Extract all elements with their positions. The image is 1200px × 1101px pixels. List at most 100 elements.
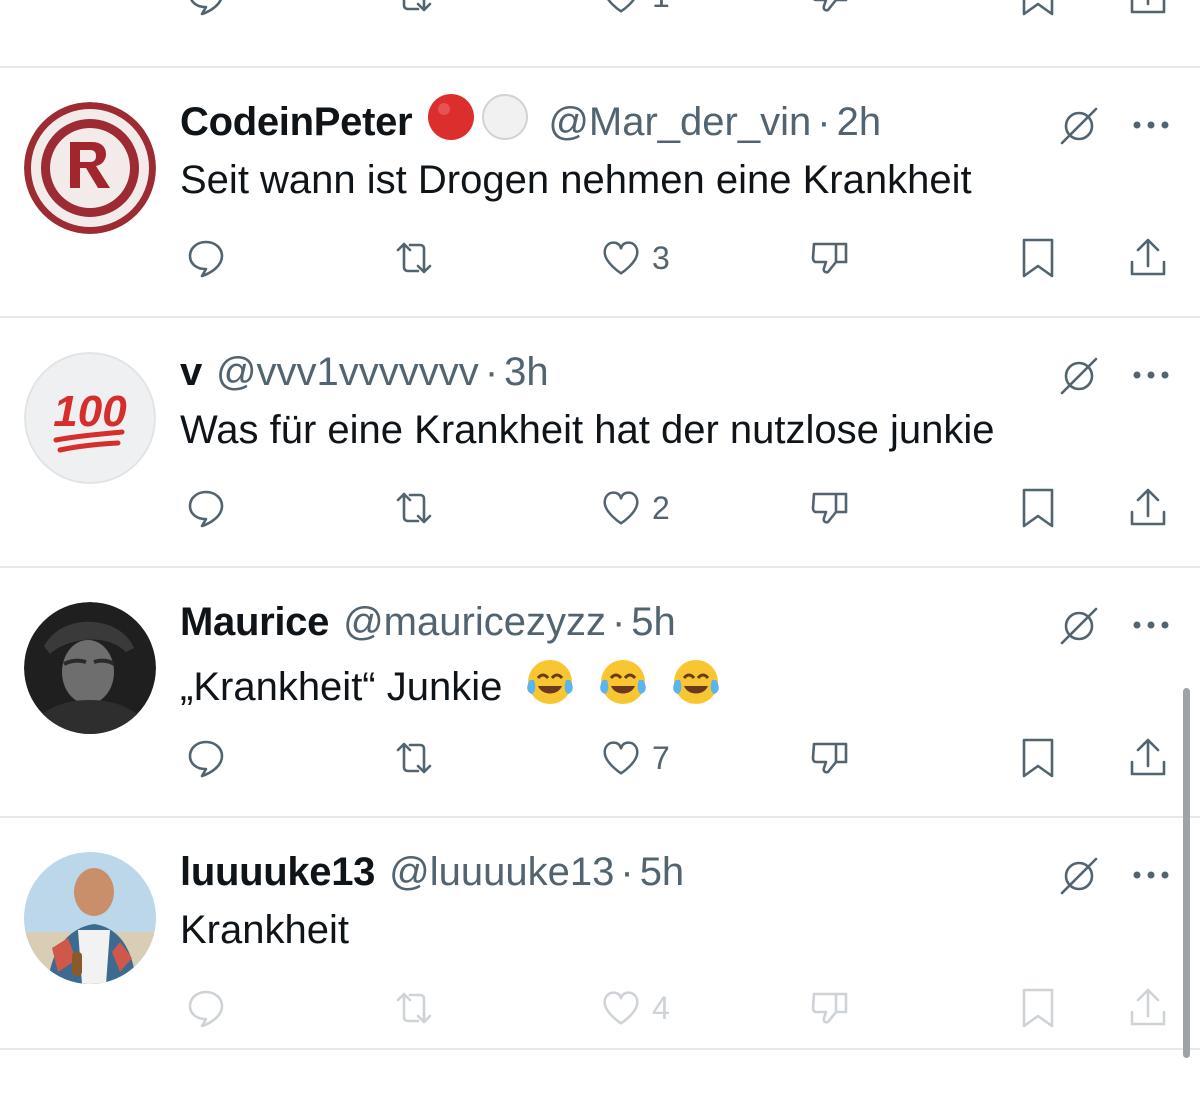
reply-item[interactable]: Maurice @mauricezyzz · 5h „Krankheit“ Ju… (0, 568, 1200, 818)
timestamp[interactable]: 5h (640, 848, 685, 896)
hundred-points-emoji-avatar: 100 (24, 352, 156, 484)
grok-icon[interactable] (1056, 102, 1102, 148)
separator: · (817, 100, 831, 144)
more-options-icon[interactable] (1128, 610, 1174, 640)
reply-item[interactable]: luuuuke13 @luuuuke13 · 5h Krankheit 4 (0, 818, 1200, 1068)
reply-icon (190, 0, 222, 16)
reply-item[interactable]: 100 v @vvv1vvvvvvv · 3h Was für eine Kra… (0, 318, 1200, 568)
repost-button[interactable] (388, 734, 440, 782)
grok-icon[interactable] (1056, 602, 1102, 648)
share-button[interactable] (1124, 484, 1172, 532)
grok-icon[interactable] (1056, 352, 1102, 398)
reply-button[interactable] (182, 0, 230, 20)
heart-icon (607, 0, 635, 13)
user-handle[interactable]: @mauricezyzz (343, 598, 606, 646)
like-count: 2 (652, 489, 670, 526)
downvote-button[interactable] (806, 234, 854, 282)
display-name[interactable]: v (180, 348, 202, 396)
grok-icon[interactable] (1056, 852, 1102, 898)
thumbs-down-icon (811, 742, 848, 774)
reply-button[interactable] (182, 734, 230, 782)
avatar[interactable] (24, 102, 156, 234)
display-name[interactable]: luuuuke13 (180, 848, 375, 896)
avatar[interactable] (24, 602, 156, 734)
more-options-icon[interactable] (1128, 360, 1174, 390)
reply-text: Krankheit (180, 908, 349, 952)
avatar[interactable]: 100 (24, 352, 156, 484)
repost-icon (396, 242, 432, 274)
display-name[interactable]: CodeinPeter (180, 98, 413, 146)
bookmark-button[interactable] (1016, 984, 1060, 1032)
reply-item[interactable]: CodeinPeter @Mar_der_vin · 2h Seit wann … (0, 68, 1200, 318)
repost-icon (402, 0, 432, 12)
more-options-icon[interactable] (1128, 110, 1174, 140)
avatar[interactable] (24, 852, 156, 984)
reply-icon (188, 490, 224, 528)
downvote-button[interactable] (806, 734, 854, 782)
repost-button[interactable] (388, 234, 440, 282)
share-button[interactable] (1124, 984, 1172, 1032)
timestamp[interactable]: 3h (504, 348, 549, 396)
name-badges (426, 92, 534, 153)
user-handle[interactable]: @luuuuke13 (389, 848, 614, 896)
reply-icon (188, 990, 224, 1028)
share-button[interactable] (1124, 734, 1172, 782)
share-icon (1130, 238, 1166, 276)
like-button[interactable]: 4 (598, 984, 670, 1032)
bookmark-icon (1022, 738, 1054, 778)
more-options-icon[interactable] (1128, 860, 1174, 890)
face-with-tears-of-joy-emoji (597, 656, 649, 719)
bookmark-icon (1022, 488, 1054, 528)
like-count: 4 (652, 989, 670, 1026)
heart-icon (603, 241, 639, 275)
thumbs-down-icon (811, 242, 848, 274)
share-icon (1130, 988, 1166, 1026)
repost-button[interactable] (388, 984, 440, 1032)
share-button[interactable] (1124, 234, 1172, 282)
divider (0, 1048, 1200, 1050)
share-icon (1130, 738, 1166, 776)
bookmark-button[interactable] (1016, 734, 1060, 782)
downvote-button[interactable] (806, 984, 854, 1032)
heart-icon (603, 991, 639, 1025)
display-name[interactable]: Maurice (180, 598, 329, 646)
share-button[interactable] (1124, 0, 1172, 20)
downvote-button[interactable] (806, 484, 854, 532)
share-icon (1130, 0, 1166, 14)
bookmark-button[interactable] (1016, 484, 1060, 532)
repost-icon (396, 992, 432, 1024)
like-button[interactable]: 3 (598, 234, 670, 282)
thumbs-down-icon (811, 992, 848, 1024)
heart-icon (603, 741, 639, 775)
user-handle[interactable]: @vvv1vvvvvvv (216, 348, 479, 396)
like-button[interactable]: 2 (598, 484, 670, 532)
reply-button[interactable] (182, 234, 230, 282)
downvote-button[interactable] (806, 0, 854, 20)
avatar-text: 100 (53, 387, 127, 436)
timestamp[interactable]: 2h (837, 98, 882, 146)
repost-button[interactable] (388, 0, 440, 20)
white-circle-emoji (480, 92, 530, 153)
bookmark-button[interactable] (1016, 234, 1060, 282)
reply-header: Maurice @mauricezyzz · 5h (180, 598, 676, 646)
reply-header: luuuuke13 @luuuuke13 · 5h (180, 848, 684, 896)
separator: · (620, 850, 634, 894)
bookmark-button[interactable] (1016, 0, 1060, 20)
reply-text: Was für eine Krankheit hat der nutzlose … (180, 408, 995, 452)
face-with-tears-of-joy-emoji (524, 656, 576, 719)
share-icon (1130, 488, 1166, 526)
reply-text: „Krankheit“ Junkie (180, 665, 503, 709)
scrollbar[interactable] (1183, 688, 1190, 1058)
like-button[interactable]: 1 (598, 0, 670, 20)
like-count: 7 (652, 739, 670, 776)
reply-button[interactable] (182, 984, 230, 1032)
user-handle[interactable]: @Mar_der_vin (548, 98, 811, 146)
rwe-logo-avatar (24, 102, 156, 234)
timestamp[interactable]: 5h (631, 598, 676, 646)
person-photo-avatar (24, 852, 156, 984)
repost-button[interactable] (388, 484, 440, 532)
reply-button[interactable] (182, 484, 230, 532)
bookmark-icon (1022, 238, 1054, 278)
reply-text-container: „Krankheit“ Junkie (180, 656, 722, 719)
like-button[interactable]: 7 (598, 734, 670, 782)
